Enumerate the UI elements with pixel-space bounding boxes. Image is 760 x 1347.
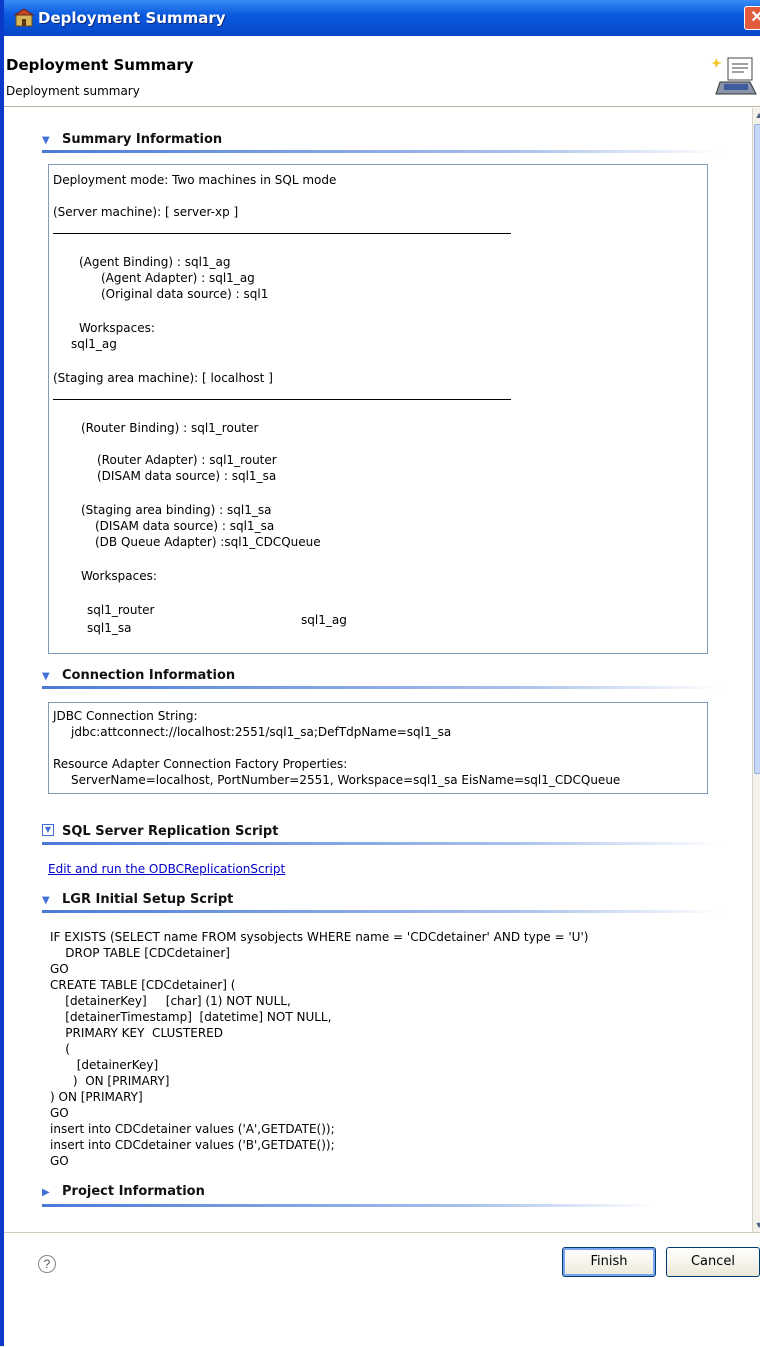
- separator: [53, 399, 511, 400]
- script-line: ) ON [PRIMARY]: [50, 1074, 170, 1088]
- page-subtitle: Deployment summary: [6, 84, 140, 98]
- section-summary-title: Summary Information: [62, 132, 223, 147]
- section-divider: [42, 1204, 656, 1207]
- script-line: [detainerTimestamp] [datetime] NOT NULL,: [50, 1010, 332, 1024]
- scroll-down-icon[interactable]: ▼: [753, 1218, 760, 1232]
- section-project-title: Project Information: [62, 1184, 205, 1199]
- window-title: Deployment Summary: [38, 9, 226, 27]
- twisty-icon[interactable]: ▼: [42, 824, 54, 836]
- script-line: insert into CDCdetainer values ('B',GETD…: [50, 1138, 335, 1152]
- odbc-replication-link[interactable]: Edit and run the ODBCReplicationScript: [48, 862, 285, 876]
- ra-value: ServerName=localhost, PortNumber=2551, W…: [71, 773, 621, 787]
- workspace-item: sql1_sa: [87, 621, 132, 635]
- script-line: CREATE TABLE [CDCdetainer] (: [50, 978, 236, 992]
- expanded-arrow-icon: ▼: [42, 135, 50, 146]
- workspaces-label: Workspaces:: [81, 569, 157, 583]
- script-line: (: [50, 1042, 70, 1056]
- content-area: ▼ Summary Information Deployment mode: T…: [4, 108, 752, 1232]
- script-line: GO: [50, 1106, 69, 1120]
- section-divider: [42, 150, 722, 153]
- agent-binding: (Agent Binding) : sql1_ag: [79, 255, 231, 269]
- section-divider: [42, 842, 722, 845]
- section-divider: [42, 686, 722, 689]
- script-line: DROP TABLE [CDCdetainer]: [50, 946, 230, 960]
- script-line: [detainerKey] [char] (1) NOT NULL,: [50, 994, 291, 1008]
- vertical-scrollbar[interactable]: ▲ ▼: [752, 108, 760, 1232]
- script-line: insert into CDCdetainer values ('A',GETD…: [50, 1122, 335, 1136]
- close-button[interactable]: ✕: [744, 6, 760, 30]
- wizard-header: Deployment Summary Deployment summary: [4, 36, 760, 107]
- db-queue-adapter: (DB Queue Adapter) :sql1_CDCQueue: [95, 535, 321, 549]
- disam-data-source: (DISAM data source) : sql1_sa: [95, 519, 275, 533]
- script-line: PRIMARY KEY CLUSTERED: [50, 1026, 223, 1040]
- original-data-source: (Original data source) : sql1: [101, 287, 269, 301]
- section-connection-title: Connection Information: [62, 668, 236, 683]
- connection-box: JDBC Connection String: jdbc:attconnect:…: [48, 702, 708, 794]
- deployment-mode: Deployment mode: Two machines in SQL mod…: [53, 173, 337, 187]
- server-machine: (Server machine): [ server-xp ]: [53, 205, 239, 219]
- expanded-arrow-icon: ▼: [42, 671, 50, 682]
- summary-box: Deployment mode: Two machines in SQL mod…: [48, 164, 708, 654]
- finish-button[interactable]: Finish: [562, 1247, 656, 1277]
- title-bar[interactable]: Deployment Summary ✕: [4, 0, 760, 36]
- script-line: IF EXISTS (SELECT name FROM sysobjects W…: [50, 930, 589, 944]
- wizard-computer-icon: [711, 57, 757, 95]
- workspaces-label: Workspaces:: [79, 321, 155, 335]
- workspace-item: sql1_ag: [71, 337, 117, 351]
- section-sql-replication-title: SQL Server Replication Script: [62, 824, 279, 839]
- scroll-thumb[interactable]: [754, 124, 760, 774]
- staging-machine: (Staging area machine): [ localhost ]: [53, 371, 273, 385]
- script-line: [detainerKey]: [50, 1058, 159, 1072]
- agent-adapter: (Agent Adapter) : sql1_ag: [101, 271, 255, 285]
- help-icon[interactable]: ?: [38, 1255, 56, 1273]
- workspace-item: sql1_router: [87, 603, 155, 617]
- separator: [53, 233, 511, 234]
- section-divider: [42, 910, 722, 913]
- app-icon: [14, 8, 34, 27]
- router-adapter: (Router Adapter) : sql1_router: [97, 453, 277, 467]
- script-line: GO: [50, 1154, 69, 1168]
- disam-data-source: (DISAM data source) : sql1_sa: [97, 469, 277, 483]
- expanded-arrow-icon: ▼: [42, 895, 50, 906]
- script-line: GO: [50, 962, 69, 976]
- jdbc-label: JDBC Connection String:: [53, 709, 198, 723]
- staging-area-binding: (Staging area binding) : sql1_sa: [81, 503, 272, 517]
- page-title: Deployment Summary: [6, 56, 194, 74]
- router-binding: (Router Binding) : sql1_router: [81, 421, 259, 435]
- scroll-up-icon[interactable]: ▲: [753, 108, 760, 122]
- workspace-item: sql1_ag: [301, 613, 347, 627]
- jdbc-value: jdbc:attconnect://localhost:2551/sql1_sa…: [71, 725, 452, 739]
- cancel-button[interactable]: Cancel: [666, 1247, 760, 1277]
- button-bar: ? Finish Cancel: [4, 1232, 760, 1347]
- script-line: ) ON [PRIMARY]: [50, 1090, 143, 1104]
- section-lgr-title: LGR Initial Setup Script: [62, 892, 234, 907]
- deployment-summary-window: Deployment Summary ✕ Deployment Summary …: [0, 0, 760, 1347]
- collapsed-arrow-icon: ▶: [42, 1187, 50, 1198]
- ra-label: Resource Adapter Connection Factory Prop…: [53, 757, 348, 771]
